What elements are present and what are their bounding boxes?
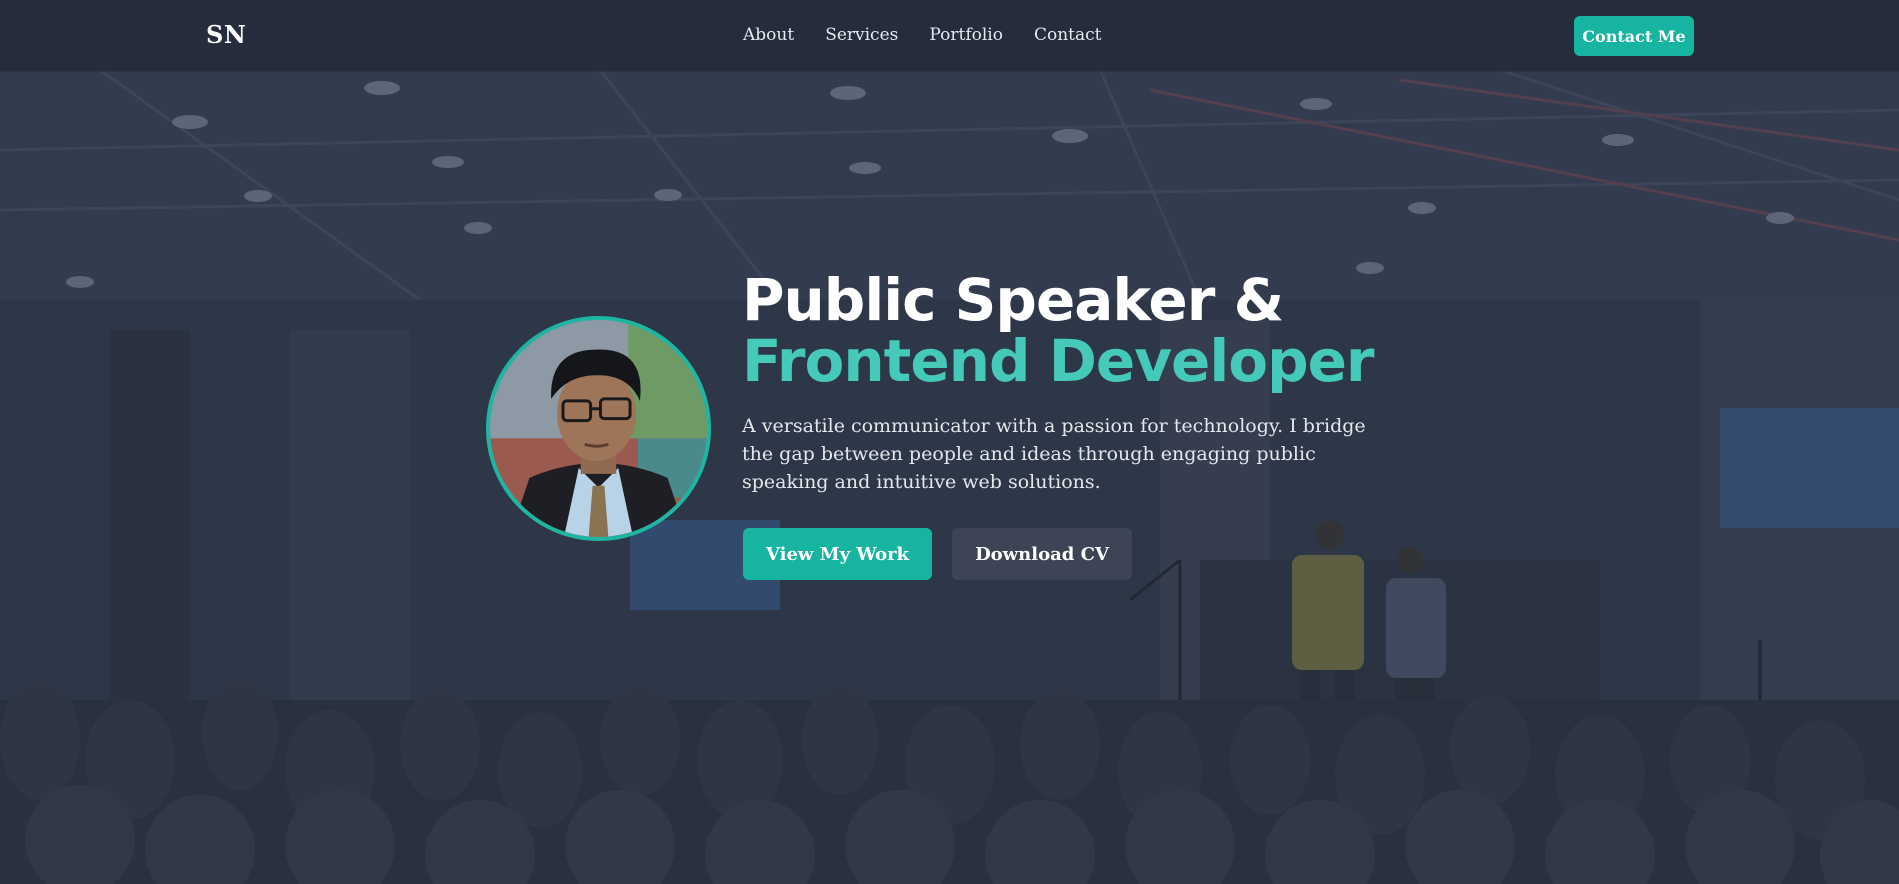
hero-description: A versatile communicator with a passion … xyxy=(742,415,1366,493)
hero-title: Public Speaker & Frontend Developer xyxy=(742,266,1375,395)
nav-link-portfolio[interactable]: Portfolio xyxy=(929,25,1003,45)
nav-link-about[interactable]: About xyxy=(743,25,794,45)
page: SN About Services Portfolio Contact Cont… xyxy=(0,0,1899,884)
nav-links: About Services Portfolio Contact xyxy=(743,25,1101,45)
profile-avatar xyxy=(486,316,711,541)
site-logo[interactable]: SN xyxy=(206,20,246,49)
nav-link-services[interactable]: Services xyxy=(825,25,898,45)
download-cv-button[interactable]: Download CV xyxy=(952,528,1132,580)
hero-title-line1: Public Speaker & xyxy=(742,266,1284,334)
view-my-work-button[interactable]: View My Work xyxy=(743,528,932,580)
top-navbar: SN About Services Portfolio Contact Cont… xyxy=(0,0,1899,72)
profile-photo xyxy=(490,320,707,537)
nav-link-contact[interactable]: Contact xyxy=(1034,25,1102,45)
contact-me-button[interactable]: Contact Me xyxy=(1574,16,1694,56)
hero-title-line2: Frontend Developer xyxy=(742,327,1375,395)
